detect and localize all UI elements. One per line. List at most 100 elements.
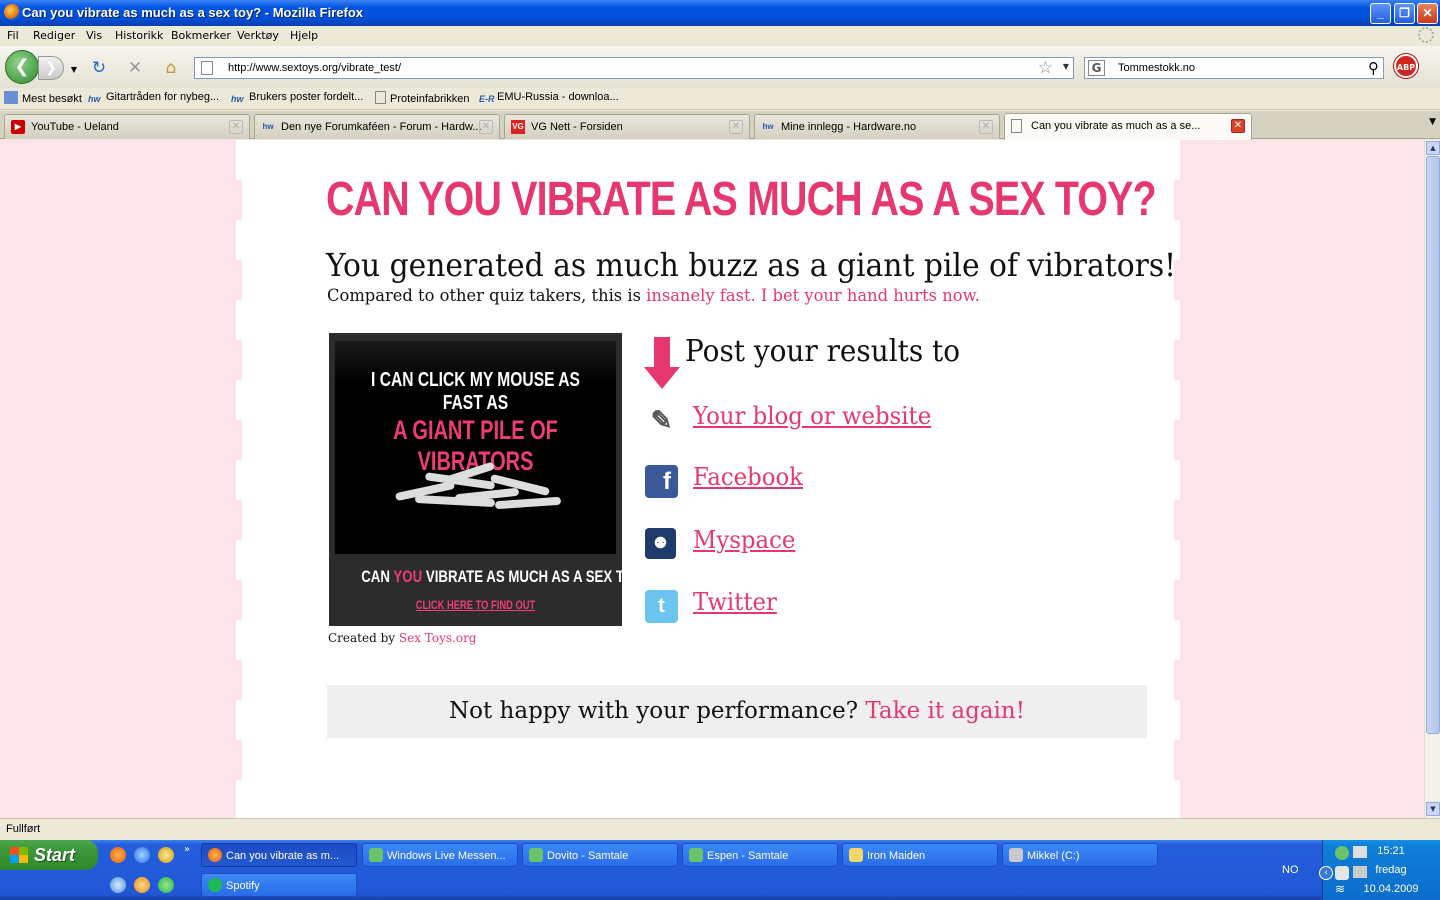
folder-icon bbox=[849, 848, 863, 862]
tab-close-icon[interactable]: ✕ bbox=[479, 120, 493, 134]
share-facebook-link[interactable]: Facebook bbox=[693, 463, 803, 491]
task-label: Dovito - Samtale bbox=[547, 850, 629, 862]
start-button[interactable]: Start bbox=[0, 840, 98, 870]
task-label: Espen - Samtale bbox=[707, 850, 789, 862]
menu-view[interactable]: Vis bbox=[86, 29, 102, 42]
restore-button[interactable]: ❐ bbox=[1394, 3, 1415, 24]
tab-label: Can you vibrate as much as a se... bbox=[1031, 120, 1201, 132]
quicklaunch-more-icon[interactable]: » bbox=[184, 844, 190, 855]
firefox-icon bbox=[4, 4, 20, 20]
badge-line-1: I CAN CLICK MY MOUSE AS FAST AS bbox=[371, 369, 580, 414]
tab-close-icon[interactable]: ✕ bbox=[1231, 119, 1245, 133]
task-espen[interactable]: Espen - Samtale bbox=[682, 843, 838, 867]
bookmark-item[interactable]: Proteinfabrikken bbox=[375, 91, 470, 105]
history-dropdown-icon[interactable]: ▼ bbox=[64, 60, 84, 80]
tab-forum[interactable]: hw Den nye Forumkaféen - Forum - Hardw..… bbox=[254, 114, 500, 139]
scroll-thumb[interactable] bbox=[1426, 156, 1440, 734]
search-bar[interactable]: G Tommestokk.no ⚲ bbox=[1084, 57, 1384, 79]
task-firefox[interactable]: Can you vibrate as m... bbox=[201, 843, 357, 867]
ie-quicklaunch-icon[interactable] bbox=[134, 847, 150, 863]
window-title-bar[interactable]: Can you vibrate as much as a sex toy? - … bbox=[0, 0, 1440, 26]
window-title: Can you vibrate as much as a sex toy? - … bbox=[22, 5, 363, 20]
badge-find-out-link[interactable]: CLICK HERE TO FIND OUT bbox=[361, 598, 590, 612]
vibrator-pile-illustration bbox=[394, 461, 565, 515]
bookmark-star-icon[interactable]: ☆ bbox=[1038, 58, 1053, 78]
bookmark-item[interactable]: hw Gitartråden for nybeg... bbox=[88, 91, 219, 107]
media-quicklaunch-icon[interactable] bbox=[134, 877, 150, 893]
system-tray: ‹ ≋ 15:21 fredag 10.04.2009 bbox=[1319, 840, 1440, 900]
bookmark-item[interactable]: hw Brukers poster fordelt... bbox=[231, 91, 363, 107]
tab-label: YouTube - Ueland bbox=[31, 121, 119, 133]
task-iron-maiden[interactable]: Iron Maiden bbox=[842, 843, 998, 867]
tab-close-icon[interactable]: ✕ bbox=[979, 120, 993, 134]
minimize-button[interactable]: _ bbox=[1370, 3, 1391, 24]
share-blog-link[interactable]: Your blog or website bbox=[693, 402, 931, 430]
menu-bookmarks[interactable]: Bokmerker bbox=[171, 29, 231, 42]
bookmark-label: Mest besøkt bbox=[22, 93, 82, 105]
page-icon bbox=[1011, 119, 1022, 133]
back-button[interactable]: ❮ bbox=[5, 50, 39, 84]
adblock-button[interactable]: ABP bbox=[1394, 54, 1418, 78]
search-icon[interactable]: ⚲ bbox=[1368, 59, 1379, 77]
url-dropdown-icon[interactable]: ▼ bbox=[1063, 62, 1069, 71]
post-results-title: Post your results to bbox=[685, 334, 961, 369]
clock-time[interactable]: 15:21 bbox=[1343, 845, 1439, 857]
tab-list-dropdown-icon[interactable]: ▼ bbox=[1429, 117, 1436, 127]
vertical-scrollbar[interactable]: ▲ ▼ bbox=[1424, 140, 1440, 818]
tab-bar: ▶ YouTube - Ueland ✕ hw Den nye Forumkaf… bbox=[0, 111, 1440, 140]
tab-youtube[interactable]: ▶ YouTube - Ueland ✕ bbox=[4, 114, 250, 139]
reload-icon[interactable]: ↻ bbox=[89, 58, 109, 78]
forward-button[interactable]: ❯ bbox=[38, 56, 64, 80]
google-icon[interactable]: G bbox=[1088, 60, 1105, 76]
myspace-icon: ⚉ bbox=[645, 528, 676, 559]
compare-text: Compared to other quiz takers, this is i… bbox=[327, 286, 980, 306]
bookmarks-toolbar: Mest besøkt hw Gitartråden for nybeg... h… bbox=[0, 88, 1440, 110]
compare-highlight: insanely fast. I bet your hand hurts now… bbox=[646, 286, 980, 306]
menu-history[interactable]: Historikk bbox=[115, 29, 163, 42]
tab-close-icon[interactable]: ✕ bbox=[729, 120, 743, 134]
language-indicator[interactable]: NO bbox=[1282, 864, 1299, 876]
menu-help[interactable]: Hjelp bbox=[290, 29, 318, 42]
scroll-up-icon[interactable]: ▲ bbox=[1426, 141, 1440, 155]
scroll-down-icon[interactable]: ▼ bbox=[1426, 802, 1440, 816]
tab-close-icon[interactable]: ✕ bbox=[229, 120, 243, 134]
badge-inner: I CAN CLICK MY MOUSE AS FAST AS A GIANT … bbox=[335, 341, 616, 554]
result-badge-image[interactable]: I CAN CLICK MY MOUSE AS FAST AS A GIANT … bbox=[329, 333, 651, 626]
menu-bar: Fil Rediger Vis Historikk Bokmerker Verk… bbox=[0, 26, 1440, 46]
task-label: Iron Maiden bbox=[867, 850, 926, 862]
close-window-button[interactable]: ✕ bbox=[1417, 3, 1438, 24]
bookmark-item[interactable]: E-R EMU-Russia - downloa... bbox=[479, 91, 619, 107]
share-twitter-link[interactable]: Twitter bbox=[693, 588, 777, 616]
search-input[interactable]: Tommestokk.no bbox=[1118, 62, 1195, 74]
tray-expand-icon[interactable]: ‹ bbox=[1319, 866, 1333, 880]
menu-tools[interactable]: Verktøy bbox=[237, 29, 279, 42]
tab-vibrate-quiz[interactable]: Can you vibrate as much as a se... ✕ bbox=[1004, 113, 1252, 140]
task-messenger[interactable]: Windows Live Messen... bbox=[362, 843, 518, 867]
ie-small-quicklaunch-icon[interactable] bbox=[110, 877, 126, 893]
menu-edit[interactable]: Rediger bbox=[33, 29, 75, 42]
take-again-link[interactable]: Take it again! bbox=[865, 698, 1025, 724]
task-spotify[interactable]: Spotify bbox=[201, 873, 357, 897]
home-icon[interactable]: ⌂ bbox=[161, 58, 181, 78]
bookmark-label: Proteinfabrikken bbox=[390, 93, 470, 105]
emu-icon: E-R bbox=[479, 94, 495, 104]
stop-icon[interactable]: ✕ bbox=[125, 58, 145, 78]
url-bar[interactable]: http://www.sextoys.org/vibrate_test/ ☆ ▼ bbox=[194, 57, 1074, 79]
page-headline: CAN YOU VIBRATE AS MUCH AS A SEX TOY? bbox=[326, 173, 1157, 226]
firefox-quicklaunch-icon[interactable] bbox=[110, 847, 126, 863]
drive-icon bbox=[1009, 848, 1023, 862]
task-dovito[interactable]: Dovito - Samtale bbox=[522, 843, 678, 867]
bookmark-item[interactable]: Mest besøkt bbox=[4, 91, 82, 105]
sextoys-link[interactable]: Sex Toys.org bbox=[399, 631, 477, 645]
navigation-toolbar: ❮ ❯ ▼ ↻ ✕ ⌂ http://www.sextoys.org/vibra… bbox=[0, 46, 1440, 88]
task-mikkel-drive[interactable]: Mikkel (C:) bbox=[1002, 843, 1158, 867]
tab-vg[interactable]: VG VG Nett - Forsiden ✕ bbox=[504, 114, 750, 139]
app-quicklaunch-icon[interactable] bbox=[158, 847, 174, 863]
created-by: Created by Sex Toys.org bbox=[328, 631, 477, 645]
share-myspace-link[interactable]: Myspace bbox=[693, 526, 795, 554]
bookmark-label: Gitartråden for nybeg... bbox=[106, 91, 220, 103]
spotify-quicklaunch-icon[interactable] bbox=[158, 877, 174, 893]
tab-hardware[interactable]: hw Mine innlegg - Hardware.no ✕ bbox=[754, 114, 1000, 139]
clock-date: 10.04.2009 bbox=[1363, 883, 1419, 895]
menu-file[interactable]: Fil bbox=[7, 29, 19, 42]
